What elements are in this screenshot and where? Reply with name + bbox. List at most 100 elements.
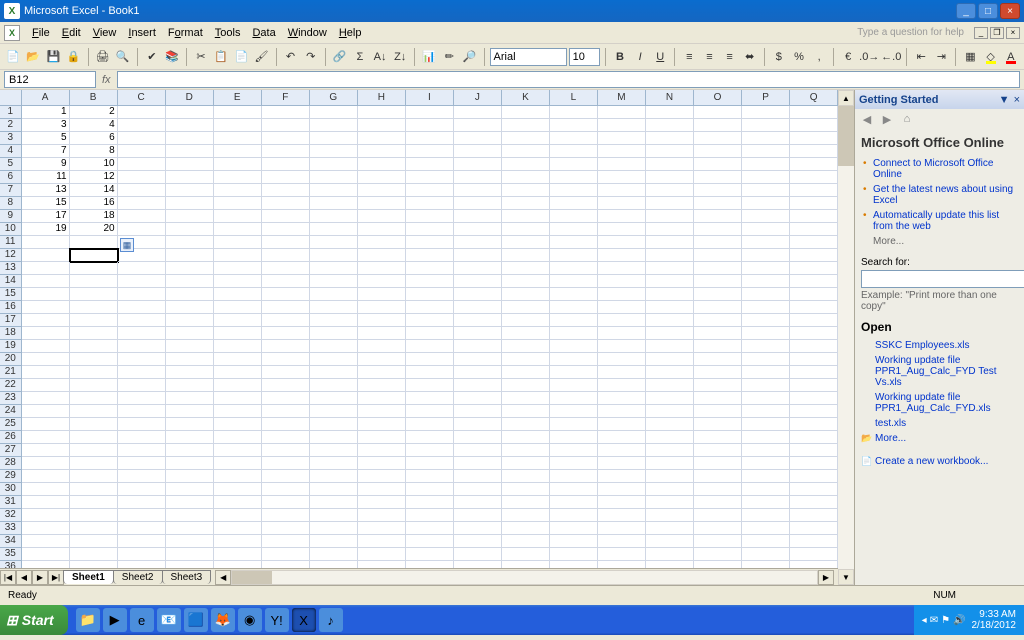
cell[interactable] [406,171,454,184]
cell[interactable] [790,431,838,444]
cell[interactable] [598,353,646,366]
font-color-button[interactable]: A [1002,47,1020,67]
cell[interactable] [70,340,118,353]
cell[interactable] [166,340,214,353]
cell[interactable] [598,327,646,340]
cell[interactable] [646,535,694,548]
cell[interactable]: 4 [70,119,118,132]
cell[interactable] [502,132,550,145]
redo-button[interactable]: ↷ [302,47,320,67]
cell[interactable] [214,522,262,535]
cell[interactable] [598,522,646,535]
cell[interactable] [118,444,166,457]
cell[interactable] [646,223,694,236]
cell[interactable] [262,379,310,392]
cell[interactable] [214,145,262,158]
cell[interactable] [214,223,262,236]
cell[interactable] [166,210,214,223]
cell[interactable] [502,171,550,184]
cell[interactable] [22,509,70,522]
cell[interactable] [502,145,550,158]
cell[interactable] [70,366,118,379]
menu-help[interactable]: Help [333,25,368,41]
cell[interactable] [70,522,118,535]
cell[interactable] [454,288,502,301]
cell[interactable] [550,496,598,509]
cell[interactable] [22,262,70,275]
cell[interactable] [598,106,646,119]
cell[interactable] [406,457,454,470]
row-header[interactable]: 29 [0,470,22,483]
cell[interactable] [598,561,646,568]
cell[interactable] [262,184,310,197]
cell[interactable] [310,145,358,158]
cell[interactable] [262,509,310,522]
cell[interactable] [790,483,838,496]
cell[interactable] [694,379,742,392]
cell[interactable] [598,171,646,184]
cell[interactable]: 7 [22,145,70,158]
cell[interactable] [262,275,310,288]
cell[interactable] [118,275,166,288]
cell[interactable] [118,418,166,431]
cell[interactable] [310,236,358,249]
row-header[interactable]: 14 [0,275,22,288]
cell[interactable] [22,444,70,457]
cell[interactable] [310,314,358,327]
recent-file-link[interactable]: SSKC Employees.xls [861,338,1018,353]
cell[interactable] [694,444,742,457]
row-header[interactable]: 2 [0,119,22,132]
cell[interactable] [358,210,406,223]
cell[interactable] [358,509,406,522]
cell[interactable] [406,119,454,132]
cell[interactable] [550,275,598,288]
cell[interactable] [694,522,742,535]
cell[interactable] [310,353,358,366]
cell[interactable] [70,353,118,366]
cell[interactable] [262,483,310,496]
percent-button[interactable]: % [790,47,808,67]
cell[interactable] [166,288,214,301]
cell[interactable] [310,171,358,184]
cell[interactable] [646,405,694,418]
cell[interactable] [70,418,118,431]
cell[interactable] [598,314,646,327]
cell[interactable] [454,119,502,132]
cell[interactable] [262,522,310,535]
cell[interactable] [310,197,358,210]
column-header[interactable]: C [118,90,166,105]
cell[interactable] [502,535,550,548]
cell[interactable] [502,327,550,340]
cell[interactable] [502,561,550,568]
cell[interactable] [454,431,502,444]
cell[interactable] [166,535,214,548]
cell[interactable] [646,288,694,301]
cell[interactable] [262,197,310,210]
cell[interactable] [118,171,166,184]
cell[interactable] [598,184,646,197]
paste-button[interactable]: 📄 [232,47,250,67]
cell[interactable] [646,171,694,184]
cell[interactable] [598,210,646,223]
cell[interactable] [790,132,838,145]
cell[interactable] [310,392,358,405]
cell[interactable] [550,431,598,444]
cell[interactable] [742,340,790,353]
cell[interactable] [598,132,646,145]
cell[interactable] [358,197,406,210]
row-header[interactable]: 5 [0,158,22,171]
cell[interactable]: 11 [22,171,70,184]
maximize-button[interactable]: □ [978,3,998,19]
cell[interactable] [742,366,790,379]
cell[interactable] [502,249,550,262]
workbook-close-button[interactable]: × [1006,27,1020,39]
cell[interactable] [646,301,694,314]
cell[interactable] [214,210,262,223]
sort-asc-button[interactable]: A↓ [371,47,389,67]
cell[interactable] [646,184,694,197]
row-header[interactable]: 8 [0,197,22,210]
row-header[interactable]: 20 [0,353,22,366]
cell[interactable] [454,158,502,171]
cell[interactable] [502,392,550,405]
row-header[interactable]: 3 [0,132,22,145]
